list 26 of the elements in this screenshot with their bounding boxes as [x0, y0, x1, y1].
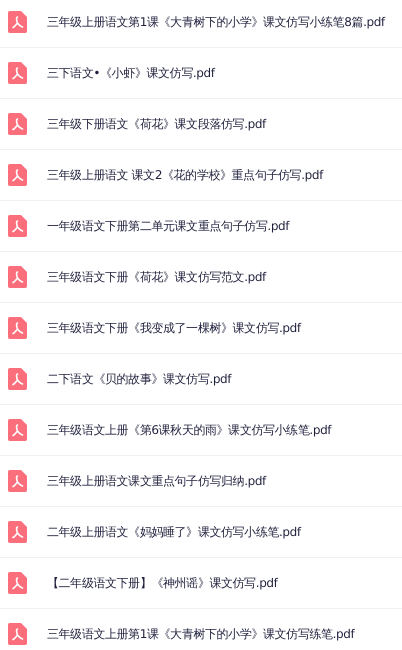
pdf-file-icon — [8, 11, 27, 33]
file-name[interactable]: 一年级语文下册第二单元课文重点句子仿写.pdf — [47, 217, 290, 235]
file-name[interactable]: 三年级上册语文 课文2《花的学校》重点句子仿写.pdf — [47, 166, 323, 184]
pdf-file-icon — [8, 623, 27, 645]
file-name[interactable]: 【二年级语文下册】《神州谣》课文仿写.pdf — [47, 574, 278, 592]
file-name[interactable]: 三年级上册语文第1课《大青树下的小学》课文仿写小练笔8篇.pdf — [47, 13, 385, 31]
pdf-file-icon — [8, 368, 27, 390]
file-name[interactable]: 三下语文•《小虾》课文仿写.pdf — [47, 64, 215, 82]
file-name[interactable]: 三年级上册语文课文重点句子仿写归纳.pdf — [47, 472, 266, 490]
file-name[interactable]: 三年级语文下册《荷花》课文仿写范文.pdf — [47, 268, 266, 286]
pdf-file-icon — [8, 470, 27, 492]
pdf-file-icon — [8, 62, 27, 84]
pdf-file-icon — [8, 266, 27, 288]
pdf-file-icon — [8, 521, 27, 543]
file-name[interactable]: 三年级语文下册《我变成了一棵树》课文仿写.pdf — [47, 319, 301, 337]
pdf-file-icon — [8, 572, 27, 594]
file-name[interactable]: 三年级下册语文《荷花》课文段落仿写.pdf — [47, 115, 266, 133]
pdf-file-icon — [8, 164, 27, 186]
file-name[interactable]: 二年级上册语文《妈妈睡了》课文仿写小练笔.pdf — [47, 523, 301, 541]
pdf-file-icon — [8, 215, 27, 237]
pdf-file-icon — [8, 419, 27, 441]
file-name[interactable]: 三年级语文上册《第6课秋天的雨》课文仿写小练笔.pdf — [47, 421, 332, 439]
file-name[interactable]: 二下语文《贝的故事》课文仿写.pdf — [47, 370, 232, 388]
file-name[interactable]: 三年级语文上册第1课《大青树下的小学》课文仿写练笔.pdf — [47, 625, 354, 643]
pdf-file-icon — [8, 317, 27, 339]
pdf-file-icon — [8, 113, 27, 135]
